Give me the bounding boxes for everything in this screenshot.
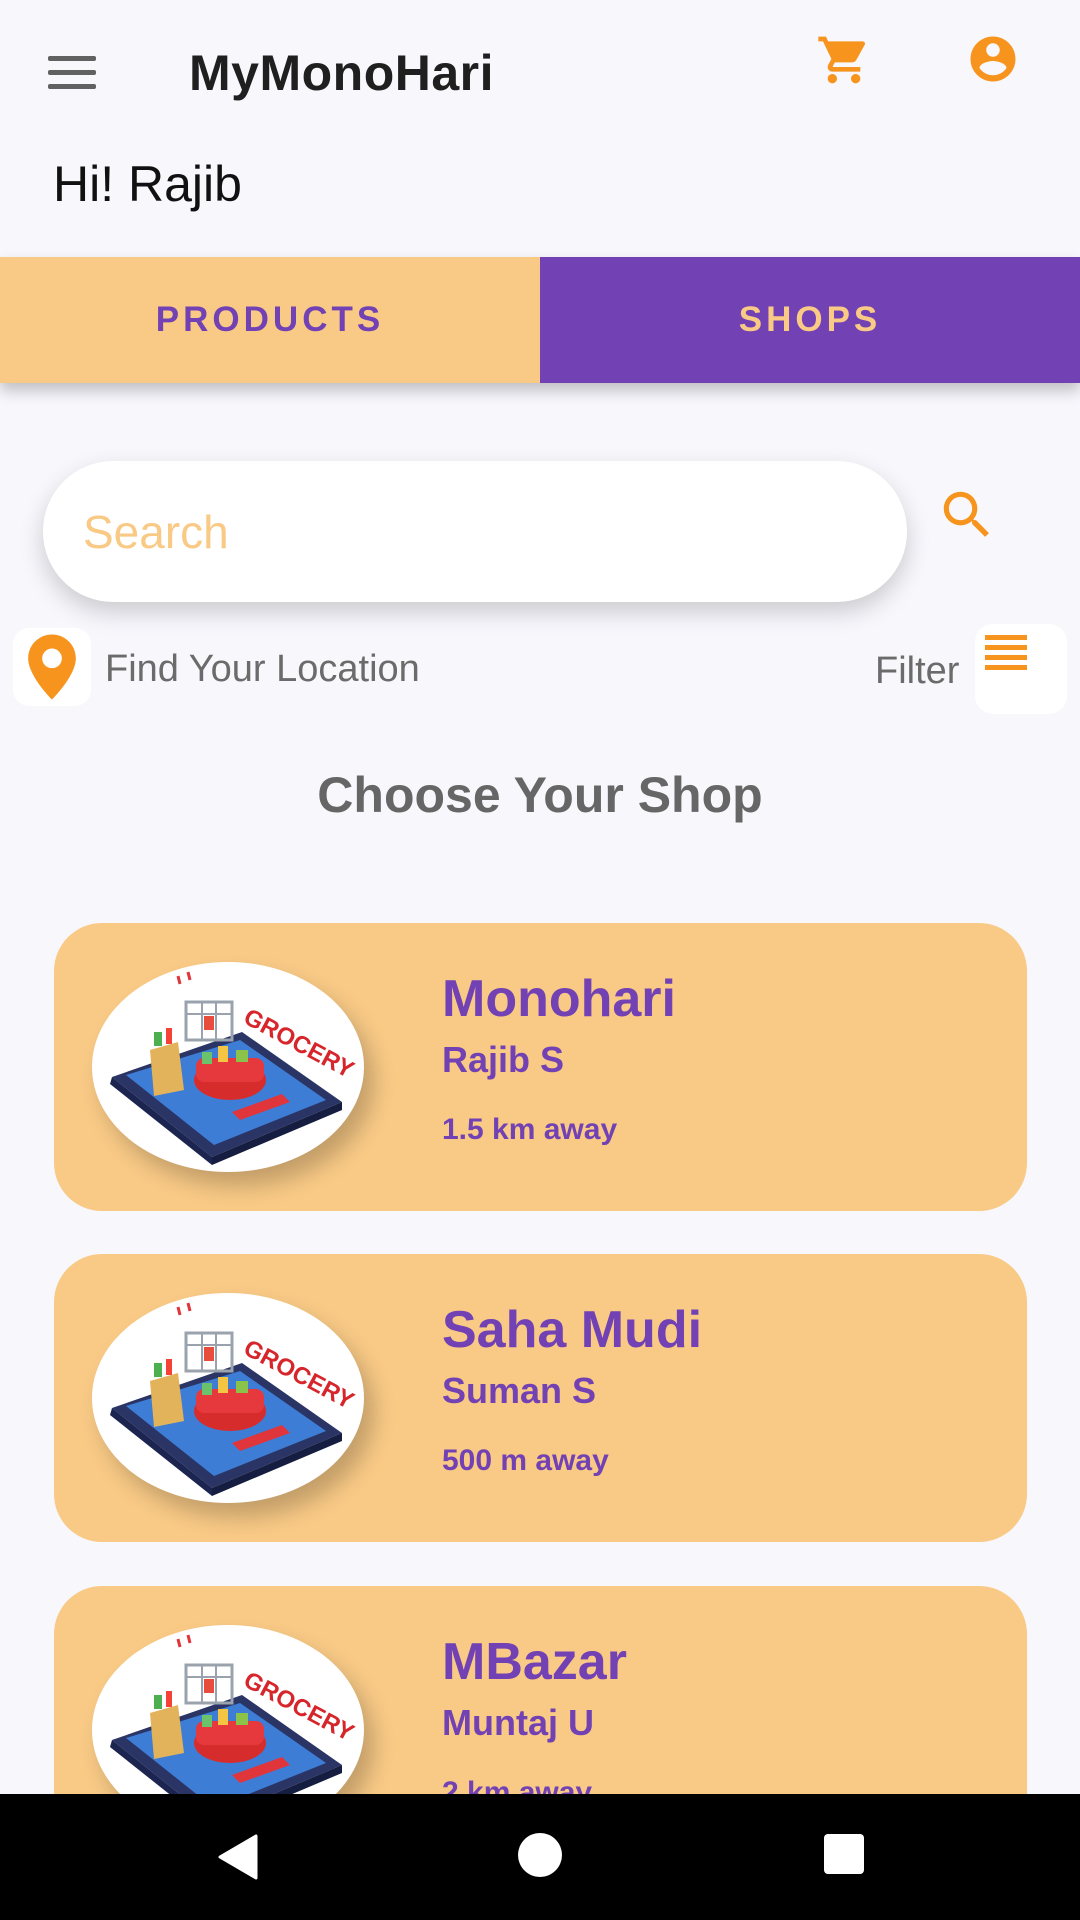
- location-pin-icon[interactable]: [13, 628, 91, 706]
- shop-list: Monohari Rajib S 1.5 km away Saha Mudi S…: [0, 923, 1080, 1794]
- search-input[interactable]: [83, 491, 843, 572]
- greeting-text: Hi! Rajib: [53, 156, 242, 212]
- shop-owner: Rajib S: [442, 1039, 565, 1080]
- shop-distance: 2 km away: [442, 1776, 593, 1794]
- shop-image: [92, 962, 364, 1172]
- shop-name: Saha Mudi: [442, 1301, 703, 1359]
- shop-card[interactable]: Saha Mudi Suman S 500 m away: [54, 1254, 1027, 1542]
- cart-icon[interactable]: [816, 32, 872, 88]
- filter-list-icon[interactable]: [975, 624, 1067, 714]
- menu-icon[interactable]: [46, 52, 100, 96]
- system-nav-bar: [0, 1794, 1080, 1920]
- search-box: [43, 461, 907, 602]
- home-icon[interactable]: [518, 1833, 562, 1877]
- shop-card[interactable]: MBazar Muntaj U 2 km away: [54, 1586, 1027, 1794]
- shop-owner: Suman S: [442, 1370, 597, 1411]
- account-circle-icon[interactable]: [966, 32, 1020, 86]
- app-title: MyMonoHari: [189, 45, 494, 101]
- filter-label: Filter: [875, 650, 960, 692]
- shop-distance: 1.5 km away: [442, 1113, 618, 1146]
- back-icon[interactable]: [216, 1834, 258, 1885]
- shop-name: MBazar: [442, 1633, 627, 1691]
- shop-owner: Muntaj U: [442, 1702, 594, 1743]
- shop-distance: 500 m away: [442, 1444, 609, 1477]
- shop-image: [92, 1625, 364, 1794]
- app-bar: MyMonoHari: [0, 0, 1080, 150]
- shop-card[interactable]: Monohari Rajib S 1.5 km away: [54, 923, 1027, 1211]
- tab-shops[interactable]: SHOPS: [540, 257, 1080, 383]
- tab-bar: PRODUCTS SHOPS: [0, 257, 1080, 383]
- recent-apps-icon[interactable]: [824, 1834, 864, 1874]
- find-location-link[interactable]: Find Your Location: [105, 648, 420, 691]
- tab-products[interactable]: PRODUCTS: [0, 257, 540, 383]
- shop-image: [92, 1293, 364, 1503]
- search-icon[interactable]: [936, 484, 998, 546]
- shop-name: Monohari: [442, 970, 676, 1028]
- section-title: Choose Your Shop: [317, 767, 763, 823]
